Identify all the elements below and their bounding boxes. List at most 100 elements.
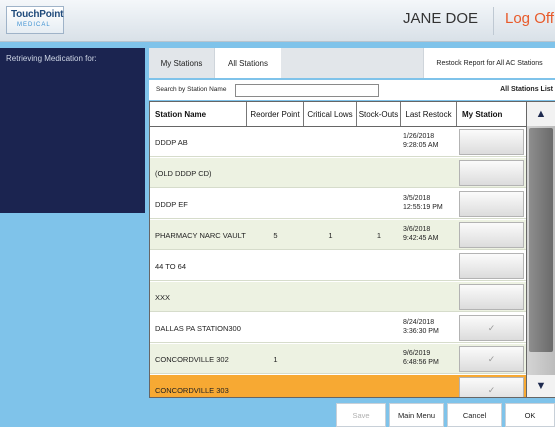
col-my-station[interactable]: My Station	[457, 102, 526, 126]
last-restock-cell: 9/6/2019 6:48:56 PM	[403, 344, 457, 374]
reorder-point-cell	[247, 127, 304, 157]
logo-main-text: TouchPoint	[11, 9, 64, 20]
last-restock-date: 1/26/2018	[403, 133, 435, 141]
last-restock-stack: 9/6/2019 6:48:56 PM	[403, 350, 439, 368]
double-chevron-up-icon[interactable]: ▲	[527, 102, 555, 126]
station-name-cell: CONCORDVILLE 303	[155, 385, 229, 395]
last-restock-stack: 1/26/2018 9:28:05 AM	[403, 133, 438, 151]
footer-bar: Save Main Menu Cancel OK	[0, 403, 555, 427]
last-restock-cell	[403, 282, 457, 312]
table-row[interactable]: PHARMACY NARC VAULT 5 1 1 3/6/2018 9:42:45 AM	[150, 220, 526, 250]
last-restock-date: 3/6/2018	[403, 226, 431, 234]
last-restock-cell	[403, 375, 457, 397]
critical-lows-cell	[304, 375, 357, 397]
my-station-toggle[interactable]: ✓	[459, 377, 524, 397]
station-name-cell: DDDP AB	[155, 137, 188, 147]
stock-outs-cell	[357, 313, 401, 343]
table-row[interactable]: CONCORDVILLE 302 1 9/6/2019 6:48:56 PM ✓	[150, 344, 526, 374]
save-button[interactable]: Save	[336, 403, 386, 427]
critical-lows-cell	[304, 158, 357, 188]
cancel-button[interactable]: Cancel	[447, 403, 502, 427]
table-scrollbar[interactable]: ▲ ▼	[527, 101, 555, 398]
last-restock-time: 9:42:45 AM	[403, 235, 439, 242]
reorder-point-cell	[247, 158, 304, 188]
critical-lows-cell: 1	[328, 230, 333, 240]
last-restock-cell: 1/26/2018 9:28:05 AM	[403, 127, 457, 157]
reorder-point-cell	[247, 251, 304, 281]
col-last-restock[interactable]: Last Restock	[401, 102, 457, 126]
scroll-thumb[interactable]	[529, 128, 553, 352]
my-station-toggle[interactable]	[459, 191, 524, 217]
last-restock-cell	[403, 251, 457, 281]
list-title: All Stations List	[500, 86, 553, 93]
search-label: Search by Station Name	[156, 86, 227, 93]
search-row: Search by Station Name All Stations List	[149, 80, 555, 100]
col-station-name[interactable]: Station Name	[150, 102, 247, 126]
last-restock-stack: 3/6/2018 9:42:45 AM	[403, 226, 438, 244]
restock-report-button[interactable]: Restock Report for All AC Stations	[423, 48, 555, 78]
ok-button[interactable]: OK	[505, 403, 555, 427]
reorder-point-cell: 1	[273, 354, 278, 364]
table-row[interactable]: XXX	[150, 282, 526, 312]
table-header: Station Name Reorder Point Critical Lows…	[150, 102, 526, 127]
critical-lows-cell	[304, 127, 357, 157]
last-restock-time: 3:36:30 PM	[403, 328, 439, 335]
col-critical-lows[interactable]: Critical Lows	[304, 102, 357, 126]
stock-outs-cell	[357, 127, 401, 157]
station-name-cell: XXX	[155, 292, 171, 302]
table-row[interactable]: CONCORDVILLE 303 ✓	[150, 375, 526, 397]
stock-outs-cell: 1	[376, 230, 382, 240]
stock-outs-cell	[357, 282, 401, 312]
table-row[interactable]: 44 TO 64	[150, 251, 526, 281]
user-name: JANE DOE	[402, 10, 478, 27]
logoff-button[interactable]: Log Off	[505, 10, 554, 27]
station-name-cell: PHARMACY NARC VAULT	[155, 230, 246, 240]
table-row[interactable]: DALLAS PA STATION300 8/24/2018 3:36:30 PM ✓	[150, 313, 526, 343]
tab-all-stations[interactable]: All Stations	[215, 48, 281, 78]
critical-lows-cell	[304, 313, 357, 343]
critical-lows-cell	[304, 344, 357, 374]
station-name-cell: DDDP EF	[155, 199, 188, 209]
my-station-toggle[interactable]: ✓	[459, 315, 524, 341]
my-station-toggle[interactable]	[459, 160, 524, 186]
tab-bar: My Stations All Stations Restock Report …	[149, 48, 555, 78]
last-restock-date: 8/24/2018	[403, 319, 435, 327]
my-station-toggle[interactable]	[459, 222, 524, 248]
stock-outs-cell	[357, 375, 401, 397]
last-restock-time: 9:28:05 AM	[403, 142, 439, 149]
stock-outs-cell	[357, 344, 401, 374]
check-icon: ✓	[487, 384, 496, 395]
double-chevron-down-icon[interactable]: ▼	[527, 375, 555, 397]
my-station-toggle[interactable]: ✓	[459, 346, 524, 372]
last-restock-stack: 3/5/2018 12:55:19 PM	[403, 195, 443, 213]
last-restock-time: 12:55:19 PM	[403, 204, 443, 211]
retrieving-panel: Retrieving Medication for:	[0, 48, 145, 213]
last-restock-date: 9/6/2019	[403, 350, 431, 358]
stock-outs-cell	[357, 189, 401, 219]
critical-lows-cell	[304, 189, 357, 219]
tab-my-stations[interactable]: My Stations	[149, 48, 215, 78]
col-stock-outs[interactable]: Stock-Outs	[357, 102, 401, 126]
last-restock-cell: 3/6/2018 9:42:45 AM	[403, 220, 457, 250]
col-reorder-point[interactable]: Reorder Point	[247, 102, 304, 126]
check-icon: ✓	[487, 353, 496, 364]
stock-outs-cell	[357, 158, 401, 188]
my-station-toggle[interactable]	[459, 284, 524, 310]
station-name-cell: DALLAS PA STATION300	[155, 323, 241, 333]
last-restock-cell	[403, 158, 457, 188]
table-row[interactable]: (OLD DDDP CD)	[150, 158, 526, 188]
last-restock-cell: 8/24/2018 3:36:30 PM	[403, 313, 457, 343]
table-row[interactable]: DDDP AB 1/26/2018 9:28:05 AM	[150, 127, 526, 157]
last-restock-date: 3/5/2018	[403, 195, 431, 203]
table-row[interactable]: DDDP EF 3/5/2018 12:55:19 PM	[150, 189, 526, 219]
station-search-input[interactable]	[235, 84, 379, 97]
last-restock-stack: 8/24/2018 3:36:30 PM	[403, 319, 439, 337]
my-station-toggle[interactable]	[459, 253, 524, 279]
my-station-toggle[interactable]	[459, 129, 524, 155]
logo-sub-text: MEDICAL	[17, 22, 51, 28]
critical-lows-cell	[304, 251, 357, 281]
main-menu-button[interactable]: Main Menu	[389, 403, 444, 427]
reorder-point-cell	[247, 282, 304, 312]
touchpoint-logo: TouchPoint MEDICAL	[6, 6, 64, 34]
station-name-cell: CONCORDVILLE 302	[155, 354, 229, 364]
